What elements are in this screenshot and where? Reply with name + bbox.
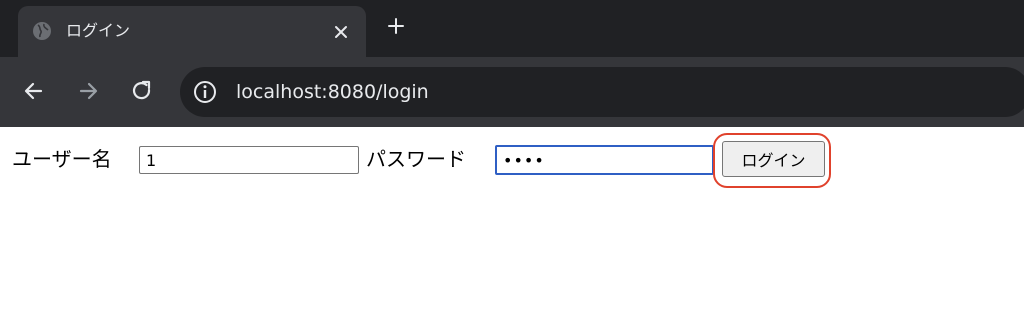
login-form: ユーザー名 パスワード ログイン [0, 127, 1024, 314]
url-text[interactable]: localhost:8080/login [236, 79, 429, 105]
tab-login[interactable]: ログイン [18, 6, 366, 57]
address-bar[interactable]: localhost:8080/login [180, 67, 1024, 117]
username-input[interactable] [139, 146, 359, 174]
password-input[interactable] [495, 145, 714, 175]
login-button[interactable]: ログイン [722, 141, 825, 177]
browser-window: ログイン localhost:8080/login ユーザー名 1 パスワード … [0, 0, 1024, 314]
info-icon[interactable] [192, 79, 218, 105]
globe-icon [33, 22, 51, 40]
arrow-right-icon[interactable] [75, 78, 101, 104]
page-content: ユーザー名 パスワード ログイン [0, 127, 1024, 314]
password-label: パスワード [366, 147, 466, 171]
tab-title: ログイン [66, 21, 131, 40]
browser-toolbar: localhost:8080/login [0, 57, 1024, 127]
plus-icon[interactable] [384, 14, 408, 38]
username-label: ユーザー名 [12, 147, 112, 171]
tab-strip: ログイン [0, 0, 1024, 57]
reload-icon[interactable] [129, 78, 155, 104]
close-icon[interactable] [330, 21, 352, 43]
arrow-left-icon[interactable] [21, 78, 47, 104]
